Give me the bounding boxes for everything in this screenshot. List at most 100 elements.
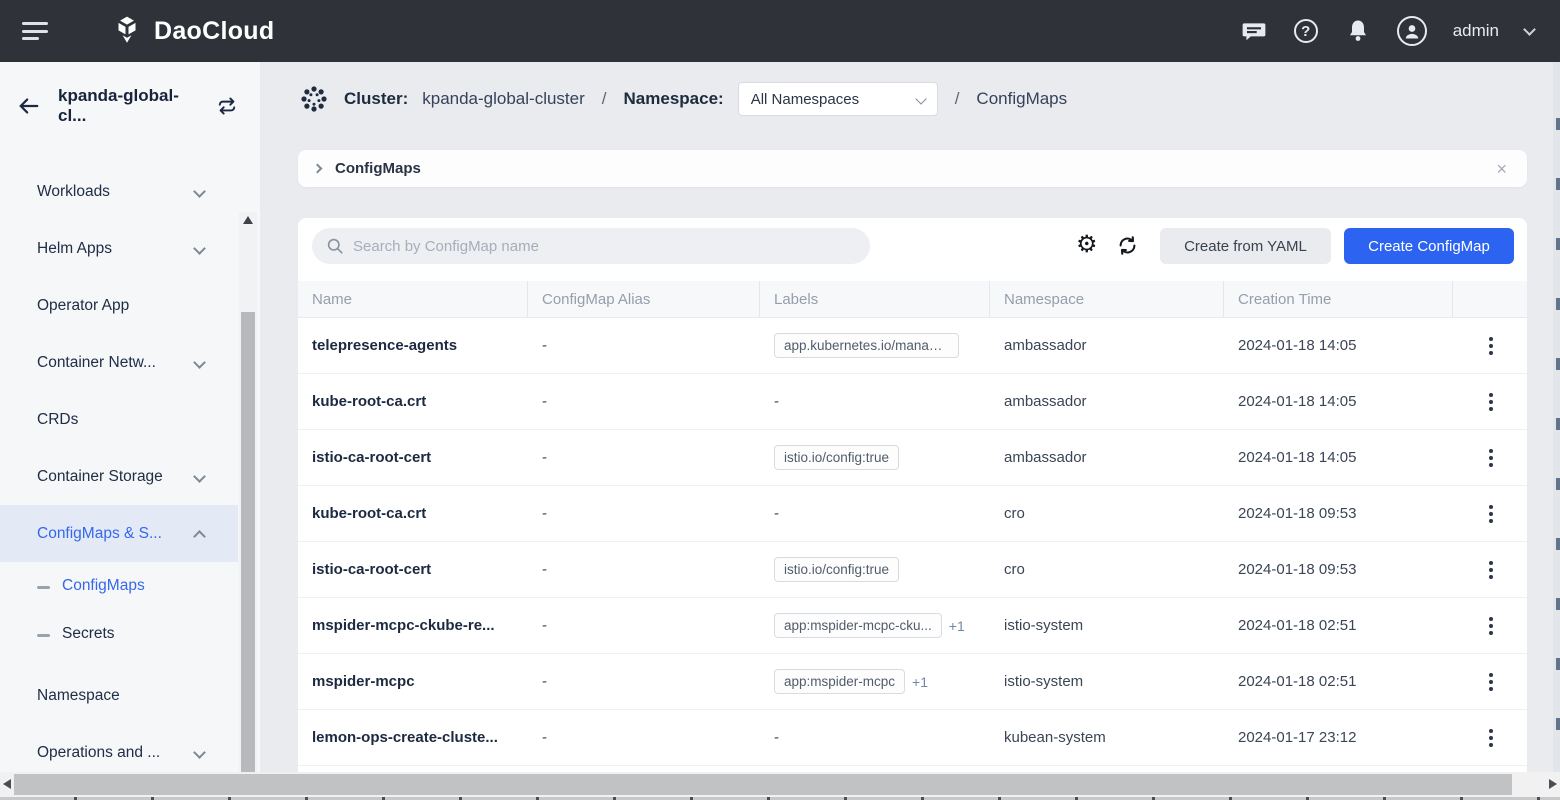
cell-creation-time: 2024-01-18 14:05 <box>1224 430 1453 485</box>
namespace-select[interactable]: All Namespaces <box>738 82 938 116</box>
sidebar-item-operator-app[interactable]: Operator App <box>0 277 238 334</box>
sidebar-item-label: Operations and ... <box>37 744 160 762</box>
label-chip: istio.io/config:true <box>774 445 899 470</box>
sidebar-scrollbar-thumb[interactable] <box>241 312 255 800</box>
right-edge-scroll-markers <box>1553 62 1560 772</box>
kebab-menu-icon[interactable] <box>1483 611 1499 641</box>
chevron-down-icon <box>193 356 206 369</box>
cluster-value[interactable]: kpanda-global-cluster <box>422 89 585 109</box>
daocloud-cube-icon <box>110 14 144 48</box>
label-chip: app.kubernetes.io/manage... <box>774 333 959 358</box>
sidebar-item-label: ConfigMaps <box>62 577 145 595</box>
dash-icon <box>37 634 50 637</box>
top-navbar: DaoCloud ? admin <box>0 0 1560 62</box>
table-header: NameConfigMap AliasLabelsNamespaceCreati… <box>298 281 1527 318</box>
sidebar-item-configmaps-s[interactable]: ConfigMaps & S... <box>0 505 238 562</box>
chevron-down-icon <box>193 242 206 255</box>
cell-actions <box>1453 710 1527 765</box>
sidebar-item-namespace[interactable]: Namespace <box>0 667 238 724</box>
column-header-creation-time: Creation Time <box>1224 281 1453 317</box>
menu-icon[interactable] <box>22 22 48 40</box>
refresh-icon[interactable] <box>1116 234 1139 257</box>
kebab-menu-icon[interactable] <box>1483 499 1499 529</box>
cell-alias: - <box>528 654 760 709</box>
cell-alias: - <box>528 710 760 765</box>
cell-name[interactable]: lemon-ops-create-cluste... <box>298 710 528 765</box>
sidebar-item-crds[interactable]: CRDs <box>0 391 238 448</box>
table-row: mspider-mcpc-app:mspider-mcpc+1istio-sys… <box>298 654 1527 710</box>
cell-name[interactable]: kube-root-ca.crt <box>298 486 528 541</box>
search-input[interactable] <box>353 238 856 255</box>
cell-namespace: kubean-system <box>990 710 1224 765</box>
cell-creation-time: 2024-01-18 14:05 <box>1224 318 1453 373</box>
cell-alias: - <box>528 542 760 597</box>
settings-gear-icon[interactable]: ⚙ <box>1076 227 1098 263</box>
cell-labels: app.kubernetes.io/manage... <box>760 318 990 373</box>
sidebar-item-workloads[interactable]: Workloads <box>0 163 238 220</box>
cell-name[interactable]: istio-ca-root-cert <box>298 542 528 597</box>
cell-labels: istio.io/config:true <box>760 430 990 485</box>
scroll-left-icon[interactable] <box>3 779 11 789</box>
chevron-down-icon <box>915 93 926 104</box>
sidebar-item-secrets[interactable]: Secrets <box>0 610 238 658</box>
switch-cluster-icon[interactable] <box>216 95 238 117</box>
sidebar-item-helm-apps[interactable]: Helm Apps <box>0 220 238 277</box>
kebab-menu-icon[interactable] <box>1483 667 1499 697</box>
cell-namespace: ambassador <box>990 430 1224 485</box>
avatar[interactable] <box>1397 16 1427 46</box>
cell-actions <box>1453 598 1527 653</box>
kebab-menu-icon[interactable] <box>1483 723 1499 753</box>
kebab-menu-icon[interactable] <box>1483 387 1499 417</box>
table-row: kube-root-ca.crt--cro2024-01-18 09:53 <box>298 486 1527 542</box>
notifications-bell-icon[interactable] <box>1345 18 1371 44</box>
cell-namespace: ambassador <box>990 374 1224 429</box>
sidebar-scrollbar[interactable] <box>239 212 257 800</box>
sidebar-item-container-netw[interactable]: Container Netw... <box>0 334 238 391</box>
chevron-down-icon[interactable] <box>1523 23 1536 36</box>
messages-icon[interactable] <box>1241 18 1267 44</box>
cell-name[interactable]: mspider-mcpc <box>298 654 528 709</box>
cell-name[interactable]: istio-ca-root-cert <box>298 430 528 485</box>
table-row: mspider-mcpc-ckube-re...-app:mspider-mcp… <box>298 598 1527 654</box>
chevron-right-icon[interactable] <box>313 164 323 174</box>
chevron-down-icon <box>193 470 206 483</box>
cell-namespace: cro <box>990 542 1224 597</box>
scroll-up-icon[interactable] <box>243 216 253 224</box>
close-icon[interactable]: × <box>1496 160 1507 178</box>
cell-name[interactable]: mspider-mcpc-ckube-re... <box>298 598 528 653</box>
sidebar-item-label: Namespace <box>37 687 120 705</box>
horizontal-scrollbar-thumb[interactable] <box>14 774 1512 795</box>
kebab-menu-icon[interactable] <box>1483 555 1499 585</box>
configmap-table-body: telepresence-agents-app.kubernetes.io/ma… <box>298 318 1527 766</box>
cell-labels: app:mspider-mcpc-cku...+1 <box>760 598 990 653</box>
cell-actions <box>1453 486 1527 541</box>
help-icon[interactable]: ? <box>1293 18 1319 44</box>
labels-more-badge[interactable]: +1 <box>912 674 928 690</box>
cell-actions <box>1453 374 1527 429</box>
cell-name[interactable]: telepresence-agents <box>298 318 528 373</box>
create-configmap-button[interactable]: Create ConfigMap <box>1344 228 1514 264</box>
kebab-menu-icon[interactable] <box>1483 443 1499 473</box>
sidebar-item-configmaps[interactable]: ConfigMaps <box>0 562 238 610</box>
sidebar-item-container-storage[interactable]: Container Storage <box>0 448 238 505</box>
sidebar-item-label: Operator App <box>37 297 129 315</box>
cell-alias: - <box>528 374 760 429</box>
horizontal-scrollbar[interactable] <box>0 772 1560 797</box>
username[interactable]: admin <box>1453 21 1499 41</box>
cell-namespace: ambassador <box>990 318 1224 373</box>
sidebar-item-label: Workloads <box>37 183 110 201</box>
cell-name[interactable]: kube-root-ca.crt <box>298 374 528 429</box>
cell-namespace: istio-system <box>990 598 1224 653</box>
cell-creation-time: 2024-01-17 23:12 <box>1224 710 1453 765</box>
scroll-right-icon[interactable] <box>1549 779 1557 789</box>
breadcrumb-separator: / <box>952 89 963 109</box>
labels-more-badge[interactable]: +1 <box>949 618 965 634</box>
back-arrow-icon[interactable] <box>18 96 40 116</box>
tab-title[interactable]: ConfigMaps <box>335 160 421 177</box>
chevron-down-icon <box>193 185 206 198</box>
sidebar: kpanda-global-cl... Workloads Helm Apps Op… <box>0 62 260 772</box>
cluster-name[interactable]: kpanda-global-cl... <box>58 86 204 126</box>
kebab-menu-icon[interactable] <box>1483 331 1499 361</box>
create-from-yaml-button[interactable]: Create from YAML <box>1160 228 1331 264</box>
search-box[interactable] <box>312 228 870 264</box>
